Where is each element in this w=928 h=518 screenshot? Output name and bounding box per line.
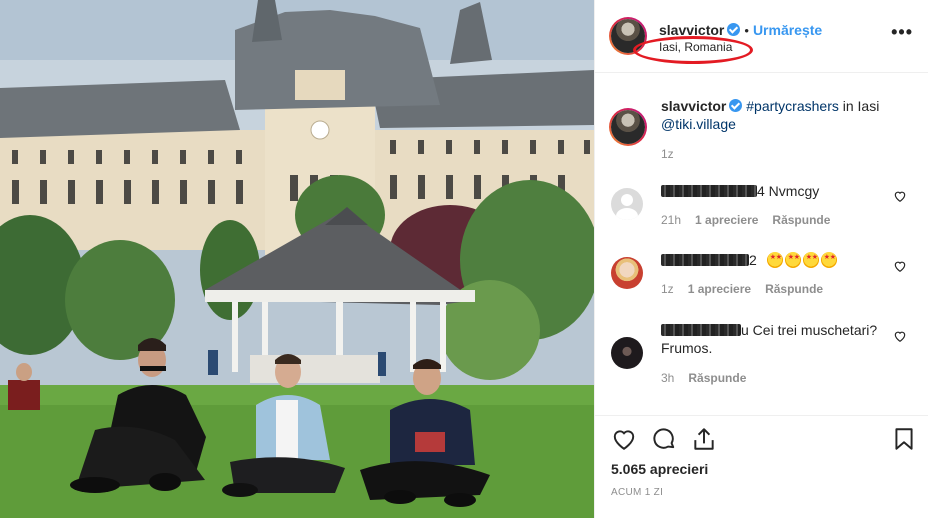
post-timestamp: ACUM 1 ZI [611, 487, 664, 498]
star-struck-emoji-icon [820, 252, 837, 268]
comment-bubble-icon[interactable] [651, 426, 677, 452]
comment-time: 1z [661, 282, 674, 296]
palace-group-photo [0, 0, 594, 518]
reply-button[interactable]: Răspunde [688, 371, 746, 385]
heart-icon[interactable] [611, 426, 637, 452]
caption-time: 1z [661, 147, 674, 161]
caption-avatar[interactable] [609, 108, 647, 146]
comment-likes[interactable]: 1 apreciere [688, 282, 751, 296]
bookmark-icon[interactable] [891, 426, 917, 452]
redacted-username [661, 324, 741, 336]
post-caption: slavvictor #partycrashers in Iasi @tiki.… [661, 97, 911, 133]
redacted-username [661, 185, 757, 197]
annotation-circle [633, 36, 753, 64]
comment-heart-icon[interactable] [893, 259, 907, 273]
commenter-avatar[interactable] [611, 337, 643, 369]
comment-text: 4 Nvmcgy [757, 183, 820, 199]
more-options-icon[interactable]: ••• [891, 22, 913, 43]
comment-meta: 1z 1 apreciere Răspunde [661, 282, 823, 296]
post-actions: 5.065 aprecieri ACUM 1 ZI [595, 415, 928, 518]
caption-text: in Iasi [838, 98, 880, 114]
comment-heart-icon[interactable] [893, 189, 907, 203]
caption-username[interactable]: slavvictor [661, 98, 726, 114]
reply-button[interactable]: Răspunde [772, 213, 830, 227]
post-header: slavvictor • Urmărește Iasi, Romania ••• [595, 0, 928, 73]
comment-text-row: 2 [661, 251, 891, 269]
commenter-avatar[interactable] [611, 188, 643, 220]
share-icon[interactable] [691, 426, 717, 452]
comment-time: 3h [661, 371, 675, 385]
comment-time: 21h [661, 213, 682, 227]
star-struck-emoji-icon [784, 252, 801, 268]
separator-dot: • [744, 23, 749, 38]
caption-mention[interactable]: @tiki.village [661, 116, 736, 132]
post-photo[interactable] [0, 0, 594, 518]
verified-badge-icon [729, 99, 743, 112]
commenter-avatar[interactable] [611, 257, 643, 289]
comment-meta: 3h Răspunde [661, 371, 746, 385]
comment-text: 2 [749, 252, 757, 268]
post-side-panel: slavvictor • Urmărește Iasi, Romania ••• s… [594, 0, 928, 518]
comment-likes[interactable]: 1 apreciere [695, 213, 758, 227]
comment-text-row: 4 Nvmcgy [661, 182, 891, 200]
redacted-username [661, 254, 749, 266]
comment-meta: 21h 1 apreciere Răspunde [661, 213, 830, 227]
likes-count[interactable]: 5.065 aprecieri [611, 461, 708, 477]
star-struck-emoji-icon [766, 252, 783, 268]
follow-button[interactable]: Urmărește [753, 22, 822, 38]
star-struck-emoji-icon [802, 252, 819, 268]
comment-text-row: u Cei trei muschetari? Frumos. [661, 321, 891, 357]
reply-button[interactable]: Răspunde [765, 282, 823, 296]
verified-badge-icon [727, 23, 741, 36]
caption-hashtag[interactable]: #partycrashers [746, 98, 839, 114]
comment-heart-icon[interactable] [893, 329, 907, 343]
